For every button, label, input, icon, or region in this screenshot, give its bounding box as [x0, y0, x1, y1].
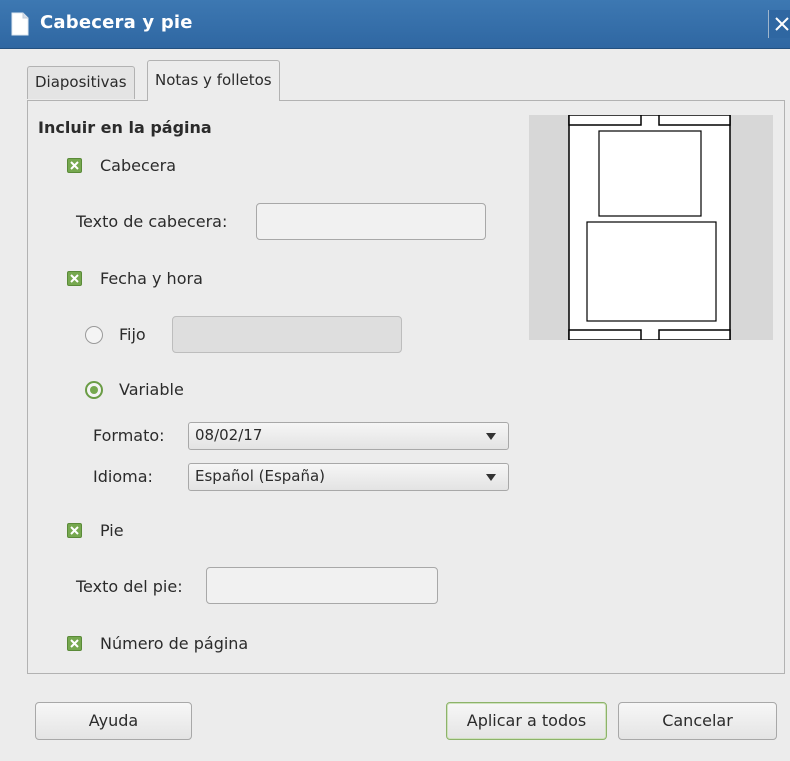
footer-checkbox[interactable] [67, 523, 82, 538]
format-dropdown[interactable]: 08/02/17 [188, 422, 509, 450]
page-number-checkbox[interactable] [67, 636, 82, 651]
format-label: Formato: [93, 426, 165, 445]
footer-text-input[interactable] [206, 567, 438, 604]
fixed-radio-label: Fijo [119, 325, 146, 344]
window-title: Cabecera y pie [40, 12, 193, 33]
title-bar: Cabecera y pie [0, 0, 790, 49]
close-button[interactable] [768, 10, 790, 38]
variable-radio-label: Variable [119, 380, 184, 399]
radio-dot [90, 386, 98, 394]
checkmark-icon [70, 639, 79, 648]
footer-text-label: Texto del pie: [76, 577, 183, 596]
header-checkbox[interactable] [67, 158, 82, 173]
variable-radio[interactable] [85, 381, 103, 399]
fixed-date-input[interactable] [172, 316, 402, 353]
language-dropdown[interactable]: Español (España) [188, 463, 509, 491]
checkmark-icon [70, 526, 79, 535]
format-value: 08/02/17 [195, 426, 263, 444]
notes-page-preview-graphic [568, 114, 731, 341]
checkmark-icon [70, 274, 79, 283]
datetime-checkbox-label: Fecha y hora [100, 269, 203, 288]
dropdown-arrow-icon [486, 433, 496, 440]
datetime-checkbox[interactable] [67, 271, 82, 286]
language-value: Español (España) [195, 467, 326, 485]
fixed-radio[interactable] [85, 326, 103, 344]
cancel-button[interactable]: Cancelar [618, 702, 777, 740]
tab-diapositivas[interactable]: Diapositivas [27, 66, 135, 99]
dropdown-arrow-icon [486, 474, 496, 481]
header-text-input[interactable] [256, 203, 486, 240]
help-button[interactable]: Ayuda [35, 702, 192, 740]
header-checkbox-label: Cabecera [100, 156, 176, 175]
page-number-checkbox-label: Número de página [100, 634, 249, 653]
include-section-label: Incluir en la página [38, 118, 212, 137]
document-icon [11, 12, 29, 36]
tab-notas-y-folletos[interactable]: Notas y folletos [147, 60, 280, 101]
footer-checkbox-label: Pie [100, 521, 124, 540]
header-text-label: Texto de cabecera: [76, 212, 228, 231]
apply-all-button[interactable]: Aplicar a todos [446, 702, 607, 740]
close-icon [775, 17, 789, 31]
page-preview [529, 114, 773, 341]
checkmark-icon [70, 161, 79, 170]
language-label: Idioma: [93, 467, 153, 486]
